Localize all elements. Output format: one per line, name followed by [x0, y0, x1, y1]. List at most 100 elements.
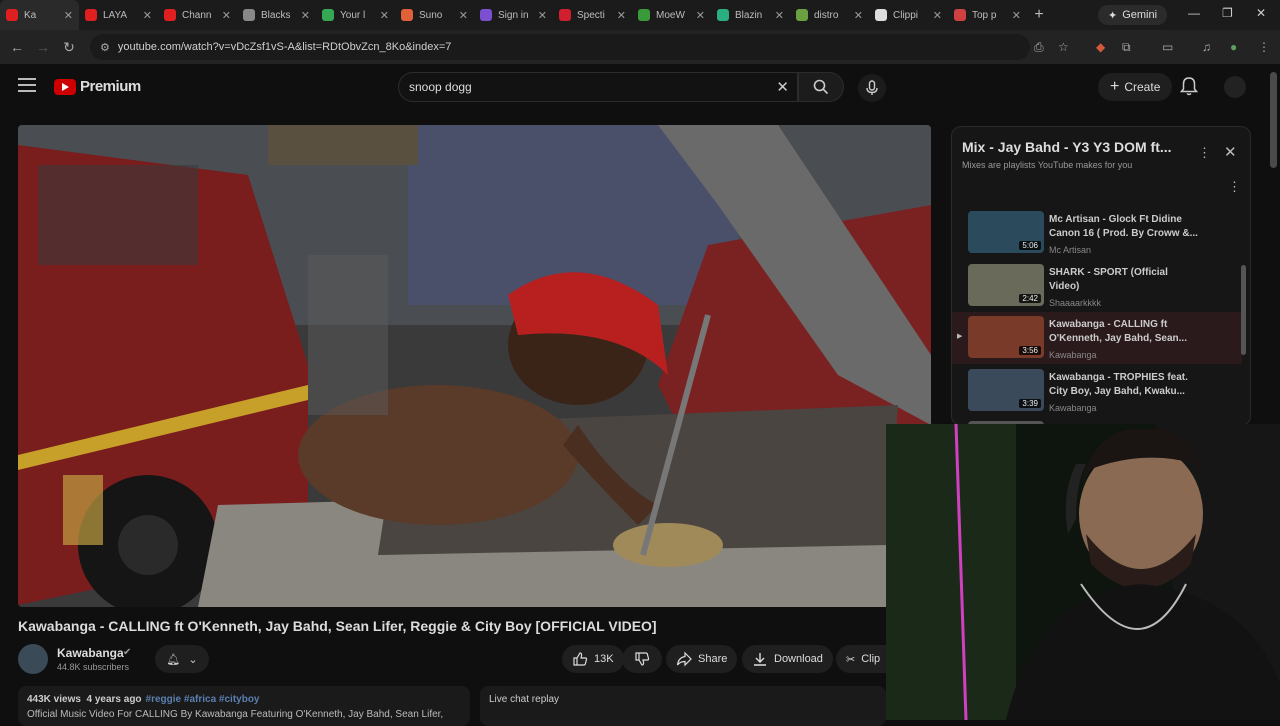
playlist-scrollbar[interactable] — [1241, 205, 1246, 425]
media-control-icon[interactable]: ♫ — [1202, 40, 1211, 54]
playlist-item[interactable]: 5:06 Mc Artisan - Glock Ft Didine Canon 1… — [952, 207, 1242, 259]
browser-tab[interactable]: Your l ✕ — [316, 0, 395, 30]
close-tab-icon[interactable]: ✕ — [380, 9, 389, 22]
gemini-button[interactable]: ✦ Gemini — [1098, 5, 1168, 25]
dislike-button[interactable] — [622, 645, 662, 673]
tab-title: Your l — [340, 9, 366, 21]
playlist-item[interactable]: 2:42 SHARK - SPORT (Official Video) Shaaaa… — [952, 260, 1242, 312]
search-icon — [813, 79, 829, 95]
chevron-down-icon: ⌄ — [188, 653, 198, 666]
close-playlist-icon[interactable]: ✕ — [1224, 143, 1237, 161]
browser-tab[interactable]: Ka ✕ — [0, 0, 79, 30]
tab-title: Sign in — [498, 9, 529, 21]
minimize-icon[interactable]: — — [1188, 6, 1200, 20]
extensions-puzzle-icon[interactable]: ⧉ — [1122, 40, 1131, 55]
playlist-item-channel: Kawabanga — [1049, 402, 1097, 413]
browser-tab[interactable]: LAYA ✕ — [79, 0, 158, 30]
youtube-logo[interactable]: Premium — [54, 78, 141, 95]
create-label: Create — [1124, 80, 1161, 94]
hashtags[interactable]: #reggie #africa #cityboy — [146, 694, 260, 705]
split-view-icon[interactable]: ▭ — [1162, 40, 1173, 54]
share-button[interactable]: Share — [666, 645, 738, 673]
search-input[interactable]: snoop dogg ✕ — [398, 72, 798, 102]
close-tab-icon[interactable]: ✕ — [301, 9, 310, 22]
install-app-icon[interactable]: ⎙ — [1034, 40, 1044, 55]
close-window-icon[interactable]: ✕ — [1256, 6, 1266, 20]
playlist-item[interactable]: ▶ 3:56 Kawabanga - CALLING ft O'Kenneth, J… — [952, 312, 1242, 364]
url-text: youtube.com/watch?v=vDcZsf1vS-A&list=RDt… — [117, 41, 452, 53]
browser-tab[interactable]: MoeW ✕ — [632, 0, 711, 30]
logo-text: Premium — [80, 78, 141, 95]
channel-avatar[interactable] — [18, 644, 48, 674]
clip-button[interactable]: ✂ Clip — [836, 645, 886, 673]
clear-search-icon[interactable]: ✕ — [776, 78, 789, 96]
bookmark-star-icon[interactable]: ☆ — [1058, 40, 1069, 54]
tab-favicon-icon — [243, 9, 255, 21]
playlist-item[interactable]: 3:39 Kawabanga - TROPHIES feat. City Boy,… — [952, 365, 1242, 417]
playlist-item-title: SHARK - SPORT (Official Video) — [1049, 266, 1168, 292]
browser-tab[interactable]: Blacks ✕ — [237, 0, 316, 30]
restore-icon[interactable]: ❐ — [1222, 6, 1233, 20]
close-tab-icon[interactable]: ✕ — [222, 9, 231, 22]
reload-icon[interactable]: ↻ — [56, 39, 82, 56]
close-tab-icon[interactable]: ✕ — [854, 9, 863, 22]
browser-tab[interactable]: Sign in ✕ — [474, 0, 553, 30]
like-button[interactable]: 13K — [562, 645, 624, 673]
playlist-item-channel: Shaaaarkkkk — [1049, 297, 1102, 308]
youtube-play-icon — [54, 78, 76, 95]
browser-tab[interactable]: Clippi ✕ — [869, 0, 948, 30]
playlist-more-icon[interactable]: ⋮ — [1198, 145, 1211, 161]
browser-tab[interactable]: Suno ✕ — [395, 0, 474, 30]
playlist-item-channel: Mc Artisan — [1049, 245, 1092, 255]
page-scrollbar[interactable] — [1270, 72, 1277, 168]
browser-menu-icon[interactable]: ⋮ — [1258, 40, 1270, 54]
subscriber-count: 44.8K subscribers — [57, 662, 130, 672]
close-tab-icon[interactable]: ✕ — [1012, 9, 1021, 22]
playlist-thumbnail: 3:56 — [968, 316, 1044, 358]
voice-search-button[interactable] — [858, 74, 886, 102]
search-value: snoop dogg — [409, 80, 472, 94]
notifications-bell-icon[interactable] — [1179, 76, 1199, 101]
mix-playlist-panel: Mix - Jay Bahd - Y3 Y3 DOM ft... Mixes a… — [951, 126, 1251, 426]
search-button[interactable] — [798, 72, 844, 102]
extension-icon[interactable]: ◆ — [1096, 40, 1105, 54]
browser-tab[interactable]: Top p ✕ — [948, 0, 1027, 30]
video-title: Kawabanga - CALLING ft O'Kenneth, Jay Ba… — [18, 618, 657, 634]
close-tab-icon[interactable]: ✕ — [459, 9, 468, 22]
create-button[interactable]: + Create — [1098, 73, 1173, 101]
close-tab-icon[interactable]: ✕ — [696, 9, 705, 22]
channel-name[interactable]: Kawabanga — [57, 646, 124, 660]
subscribed-notifications-button[interactable]: 🔔︎ ⌄ — [155, 645, 209, 673]
account-avatar[interactable] — [1224, 76, 1246, 98]
video-player[interactable] — [18, 125, 931, 607]
playlist-thumbnail: 5:06 — [968, 211, 1044, 253]
browser-tab[interactable]: distro ✕ — [790, 0, 869, 30]
new-tab-button[interactable]: + — [1027, 6, 1051, 24]
profile-icon[interactable]: ● — [1230, 40, 1237, 54]
forward-icon[interactable]: → — [30, 39, 56, 55]
close-tab-icon[interactable]: ✕ — [933, 9, 942, 22]
close-tab-icon[interactable]: ✕ — [143, 9, 152, 22]
clip-label: Clip — [861, 653, 881, 665]
menu-icon[interactable] — [18, 78, 36, 96]
close-tab-icon[interactable]: ✕ — [775, 9, 784, 22]
playlist-options-icon[interactable]: ⋮ — [1228, 179, 1241, 195]
back-icon[interactable]: ← — [4, 39, 30, 55]
browser-tab[interactable]: Specti ✕ — [553, 0, 632, 30]
close-tab-icon[interactable]: ✕ — [538, 9, 547, 22]
address-bar-row: ← → ↻ ⚙ youtube.com/watch?v=vDcZsf1vS-A&… — [0, 30, 1280, 64]
description-box[interactable]: 443K views 4 years ago #reggie #africa #c… — [18, 686, 470, 726]
tab-title: Specti — [577, 9, 605, 21]
browser-tab[interactable]: Chann ✕ — [158, 0, 237, 30]
site-info-icon[interactable]: ⚙ — [100, 41, 110, 54]
url-field[interactable]: ⚙ youtube.com/watch?v=vDcZsf1vS-A&list=R… — [90, 34, 1030, 60]
tab-favicon-icon — [717, 9, 729, 21]
playlist-thumbnail: 2:42 — [968, 263, 1044, 306]
live-chat-replay-panel[interactable]: Live chat replay — [480, 686, 886, 726]
tab-favicon-icon — [796, 9, 808, 21]
download-button[interactable]: Download — [742, 645, 833, 673]
browser-tab[interactable]: Blazin ✕ — [711, 0, 790, 30]
close-tab-icon[interactable]: ✕ — [617, 9, 626, 22]
tab-title: Chann — [182, 9, 212, 21]
close-tab-icon[interactable]: ✕ — [64, 9, 73, 22]
